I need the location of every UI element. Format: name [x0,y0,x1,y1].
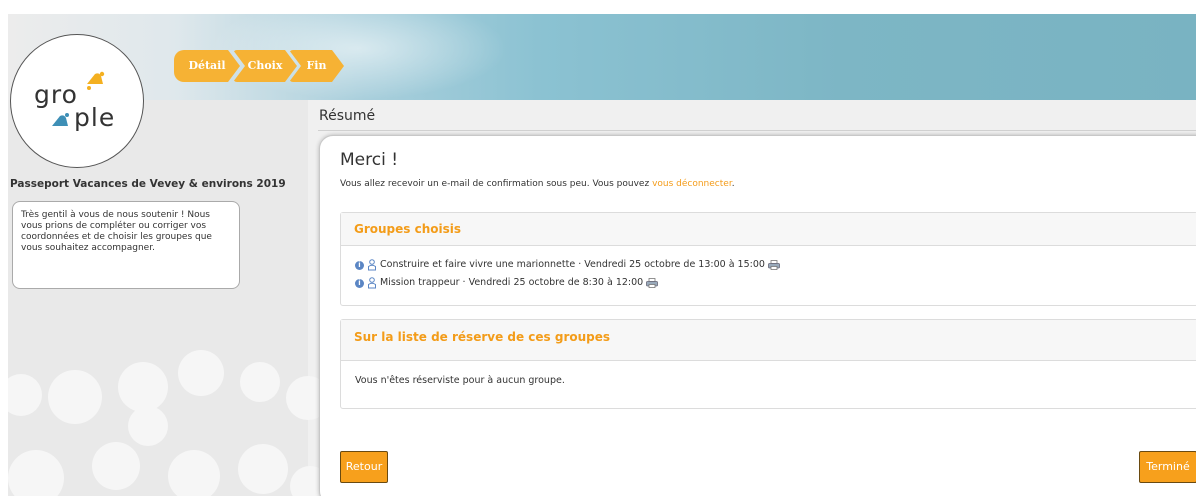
bell-icon [87,71,105,90]
info-icon[interactable]: i [355,278,364,288]
logo-text-bottom: ple [74,103,116,132]
chosen-groups-box: Groupes choisis i Construire et faire vi… [340,212,1196,306]
print-icon[interactable] [768,260,780,270]
groople-logo[interactable]: gro ple [10,34,144,168]
app-frame: gro ple Détail Choix Fin Passeport Vacan… [8,14,1196,496]
confirmation-text: Vous allez recevoir un e-mail de confirm… [340,179,735,189]
reserve-empty-text: Vous n'êtes réserviste pour à aucun grou… [355,375,565,386]
confirmation-message: Vous allez recevoir un e-mail de confirm… [340,179,653,189]
decor-bubble [8,374,42,416]
decor-bubble [238,444,288,494]
bell-icon [52,113,69,126]
decor-bubble [8,450,64,496]
reserve-groups-header: Sur la liste de réserve de ces groupes [341,320,1196,361]
list-item: i Mission trappeur · Vendredi 25 octobre… [355,276,659,290]
decor-bubble [128,406,168,446]
decor-bubble [240,362,280,402]
decor-bubble [168,450,220,496]
decor-bubble [118,362,168,412]
reserve-groups-box: Sur la liste de réserve de ces groupes V… [340,319,1196,409]
person-icon [368,277,376,289]
done-button[interactable]: Terminé [1139,451,1196,483]
decor-bubble [92,442,140,490]
summary-panel: Merci ! Vous allez recevoir un e-mail de… [319,135,1196,496]
event-title: Passeport Vacances de Vevey & environs 2… [10,178,286,190]
decor-bubble [178,350,224,396]
divider [318,130,1196,131]
decor-bubble [48,370,102,424]
logout-link[interactable]: vous déconnecter [652,179,732,189]
info-icon[interactable]: i [355,260,364,270]
sidebar-note: Très gentil à vous de nous soutenir ! No… [12,201,240,289]
confirmation-end: . [731,179,735,189]
step-detail[interactable]: Détail [174,50,240,82]
group-name: Mission trappeur · Vendredi 25 octobre d… [380,277,644,288]
chosen-groups-header: Groupes choisis [341,213,1196,246]
person-icon [368,259,376,271]
page-title: Résumé [319,108,376,124]
print-icon[interactable] [646,278,659,288]
thanks-title: Merci ! [340,150,399,170]
list-item: i Construire et faire vivre une marionne… [355,258,780,272]
group-name: Construire et faire vivre une marionnett… [380,259,765,270]
back-button[interactable]: Retour [340,451,388,483]
logo-text-top: gro [34,80,78,109]
